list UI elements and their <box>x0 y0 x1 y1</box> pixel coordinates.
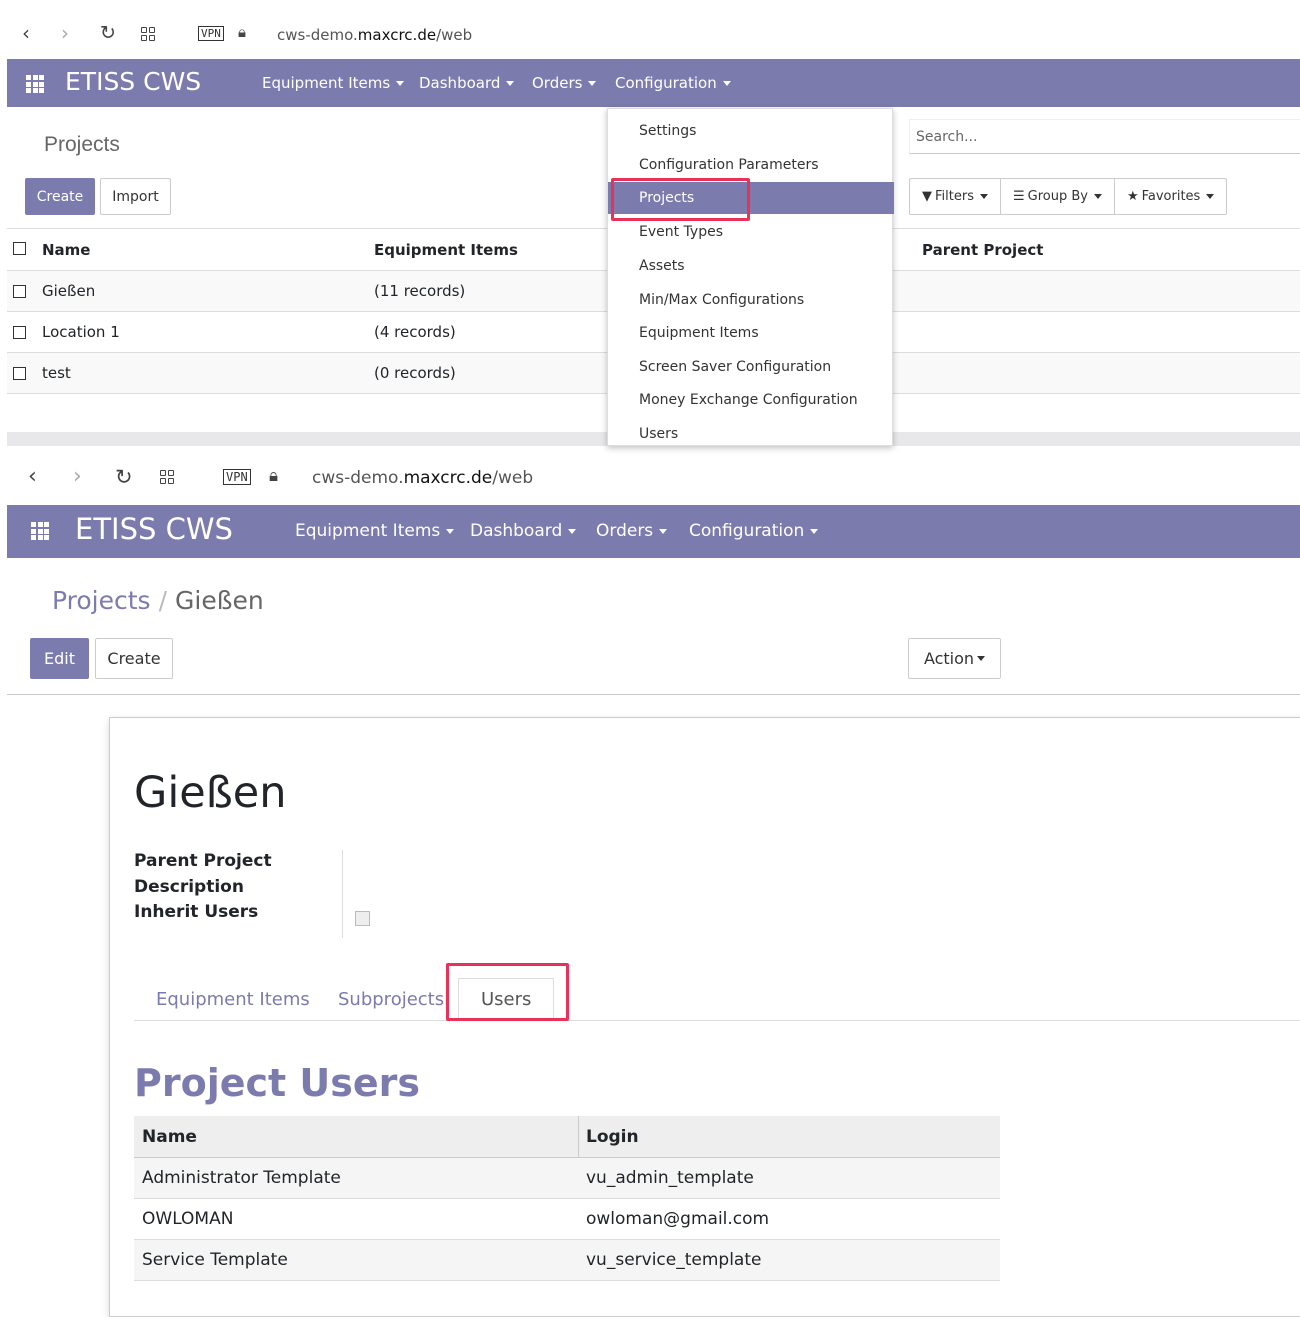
reload-icon[interactable]: ↻ <box>115 465 133 489</box>
dropdown-item-projects[interactable]: Projects <box>608 182 894 214</box>
apps-icon[interactable] <box>141 27 155 41</box>
browser-toolbar-bottom: ‹ › ↻ VPN 🔒︎ cws-demo.maxcrc.de/web <box>0 453 1300 503</box>
column-parent-project[interactable]: Parent Project <box>922 241 1043 259</box>
lock-icon: 🔒︎ <box>269 466 279 486</box>
dropdown-item-money-exchange-configuration[interactable]: Money Exchange Configuration <box>608 384 894 416</box>
project-form-view: Projects / Gießen Edit Create Action Gieße… <box>7 558 1300 1317</box>
menu-configuration[interactable]: Configuration <box>615 74 731 92</box>
menu-orders[interactable]: Orders <box>532 74 597 92</box>
tab-users[interactable]: Users <box>458 978 555 1021</box>
label-inherit-users: Inherit Users <box>134 902 259 922</box>
control-panel: Projects / Gießen Edit Create Action <box>7 558 1300 695</box>
vpn-badge[interactable]: VPN <box>223 469 251 485</box>
filters-button[interactable]: ▼ Filters <box>910 179 1001 214</box>
tab-equipment-items[interactable]: Equipment Items <box>156 978 310 1021</box>
dropdown-item-equipment-items[interactable]: Equipment Items <box>608 317 894 349</box>
menu-configuration[interactable]: Configuration <box>689 521 819 541</box>
brand-name[interactable]: ETISS CWS <box>65 67 201 96</box>
dropdown-item-minmax-configurations[interactable]: Min/Max Configurations <box>608 284 894 316</box>
apps-icon[interactable] <box>160 470 174 484</box>
user-login: vu_service_template <box>586 1250 762 1270</box>
record-title: Gießen <box>134 768 287 818</box>
select-all-checkbox[interactable] <box>13 242 26 255</box>
vpn-badge[interactable]: VPN <box>198 26 224 41</box>
row-equipment: (4 records) <box>374 323 456 341</box>
star-icon: ★ <box>1126 189 1139 204</box>
column-name[interactable]: Name <box>142 1116 197 1157</box>
row-name: test <box>42 364 71 382</box>
brand-name[interactable]: ETISS CWS <box>75 512 233 546</box>
user-name: OWLOMAN <box>142 1209 234 1229</box>
user-name: Service Template <box>142 1250 288 1270</box>
action-button[interactable]: Action <box>908 638 1001 679</box>
breadcrumb: Projects / Gießen <box>52 586 264 615</box>
back-icon[interactable]: ‹ <box>28 464 37 489</box>
dropdown-item-assets[interactable]: Assets <box>608 250 894 282</box>
main-navbar-bottom: ETISS CWS Equipment Items Dashboard Orde… <box>7 505 1300 559</box>
lock-icon: 🔒︎ <box>238 23 246 41</box>
column-equipment-items[interactable]: Equipment Items <box>374 241 518 259</box>
field-divider <box>342 850 343 938</box>
group-by-button[interactable]: ☰ Group By <box>1001 179 1115 214</box>
import-button[interactable]: Import <box>100 178 171 215</box>
users-table-header: Name Login <box>134 1116 1000 1158</box>
list-icon: ☰ <box>1012 189 1025 204</box>
back-icon[interactable]: ‹ <box>22 21 30 45</box>
menu-equipment-items[interactable]: Equipment Items <box>262 74 405 92</box>
tab-subprojects[interactable]: Subprojects <box>338 978 444 1021</box>
search-options: ▼ Filters ☰ Group By ★ Favorites <box>909 178 1228 215</box>
menu-orders[interactable]: Orders <box>596 521 668 541</box>
menu-dashboard[interactable]: Dashboard <box>419 74 515 92</box>
table-row[interactable]: Service Template vu_service_template <box>134 1240 1000 1281</box>
apps-menu-icon[interactable] <box>31 522 49 540</box>
menu-equipment-items[interactable]: Equipment Items <box>295 521 455 541</box>
table-row[interactable]: Administrator Template vu_admin_template <box>134 1158 1000 1199</box>
user-name: Administrator Template <box>142 1168 341 1188</box>
row-name: Location 1 <box>42 323 120 341</box>
dropdown-item-users[interactable]: Users <box>608 418 894 450</box>
forward-icon[interactable]: › <box>61 21 69 45</box>
breadcrumb-projects[interactable]: Projects <box>52 586 151 615</box>
column-login[interactable]: Login <box>586 1116 639 1157</box>
browser-toolbar-top: ‹ › ↻ VPN 🔒︎ cws-demo.maxcrc.de/web <box>0 10 1300 60</box>
row-checkbox[interactable] <box>13 367 26 380</box>
table-row[interactable]: OWLOMAN owloman@gmail.com <box>134 1199 1000 1240</box>
filter-icon: ▼ <box>922 189 932 204</box>
page-title: Projects <box>44 133 120 156</box>
main-navbar-top: ETISS CWS Equipment Items Dashboard Orde… <box>7 59 1300 108</box>
dropdown-item-screen-saver-configuration[interactable]: Screen Saver Configuration <box>608 351 894 383</box>
dropdown-item-event-types[interactable]: Event Types <box>608 216 894 248</box>
dropdown-item-configuration-parameters[interactable]: Configuration Parameters <box>608 149 894 181</box>
configuration-dropdown: Settings Configuration Parameters Projec… <box>607 108 894 446</box>
reload-icon[interactable]: ↻ <box>100 22 116 44</box>
edit-button[interactable]: Edit <box>30 638 89 679</box>
row-equipment: (0 records) <box>374 364 456 382</box>
row-checkbox[interactable] <box>13 285 26 298</box>
create-button[interactable]: Create <box>95 638 173 679</box>
inherit-users-checkbox[interactable] <box>355 911 370 926</box>
breadcrumb-current: Gießen <box>175 586 264 615</box>
row-name: Gießen <box>42 282 96 300</box>
address-bar[interactable]: cws-demo.maxcrc.de/web <box>312 468 533 488</box>
section-title: Project Users <box>134 1061 421 1105</box>
favorites-button[interactable]: ★ Favorites <box>1115 179 1226 214</box>
address-bar[interactable]: cws-demo.maxcrc.de/web <box>277 26 472 44</box>
row-equipment: (11 records) <box>374 282 466 300</box>
user-login: owloman@gmail.com <box>586 1209 770 1229</box>
label-parent-project: Parent Project <box>134 851 272 871</box>
search-input[interactable]: Search... <box>909 119 1300 154</box>
form-background: Gießen Parent Project Description Inheri… <box>7 695 1300 1317</box>
dropdown-item-settings[interactable]: Settings <box>608 115 894 147</box>
menu-dashboard[interactable]: Dashboard <box>470 521 577 541</box>
row-checkbox[interactable] <box>13 326 26 339</box>
form-sheet: Gießen Parent Project Description Inheri… <box>109 717 1300 1317</box>
user-login: vu_admin_template <box>586 1168 754 1188</box>
apps-menu-icon[interactable] <box>26 75 44 93</box>
column-name[interactable]: Name <box>42 241 90 259</box>
create-button[interactable]: Create <box>25 178 95 215</box>
notebook-tabs: Equipment Items Subprojects Users <box>134 964 1300 1021</box>
label-description: Description <box>134 877 244 897</box>
forward-icon[interactable]: › <box>73 464 82 489</box>
